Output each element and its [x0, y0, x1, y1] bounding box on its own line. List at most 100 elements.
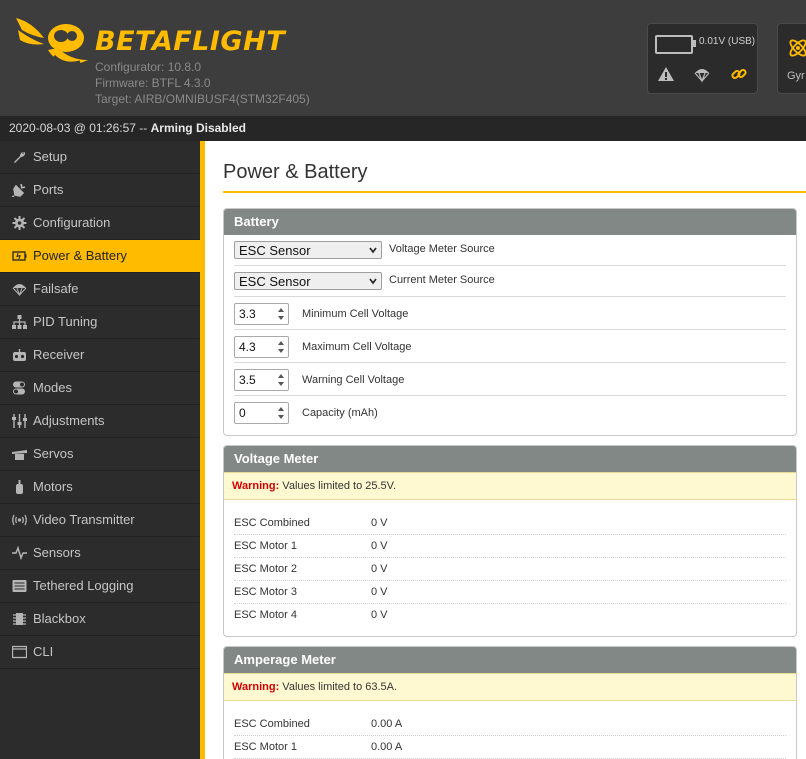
- sidebar-item-receiver[interactable]: Receiver: [0, 339, 200, 372]
- sidebar-item-label: Tethered Logging: [33, 578, 134, 593]
- current-meter-source-select[interactable]: ESC Sensor: [234, 272, 382, 290]
- max-cell-voltage-label: Maximum Cell Voltage: [302, 341, 412, 353]
- gear-icon: [12, 216, 27, 230]
- sidebar-nav: Setup Ports Configuration Power & Batter…: [0, 141, 200, 759]
- min-cell-voltage-input[interactable]: 3.3: [234, 303, 289, 325]
- max-cell-row: 4.3 Maximum Cell Voltage: [234, 330, 786, 363]
- arming-status: Arming Disabled: [150, 121, 246, 135]
- sidebar-item-label: Video Transmitter: [33, 512, 135, 527]
- battery-tip: [693, 40, 696, 47]
- spinner-arrows-icon[interactable]: [277, 307, 285, 321]
- battery-panel-header: Battery: [224, 209, 796, 235]
- voltage-meter-source-value: ESC Sensor: [239, 243, 311, 258]
- receiver-icon: [13, 349, 26, 361]
- current-meter-source-value: ESC Sensor: [239, 274, 311, 289]
- pulse-icon: [12, 546, 27, 560]
- voltage-row: ESC Motor 3 0 V: [234, 581, 786, 604]
- sidebar-item-servos[interactable]: Servos: [0, 438, 200, 471]
- warning-cell-voltage-value: 3.5: [239, 373, 256, 387]
- header-bar: BETAFLIGHT Configurator: 10.8.0 Firmware…: [0, 0, 806, 116]
- meter-label: ESC Motor 1: [234, 741, 297, 753]
- configurator-version: Configurator: 10.8.0: [95, 60, 202, 74]
- amperage-warning-banner: Warning: Values limited to 63.5A.: [224, 673, 796, 701]
- gyro-label: Gyr: [787, 70, 805, 82]
- title-divider: [223, 191, 806, 193]
- status-timestamp: 2020-08-03 @ 01:26:57 --: [9, 121, 151, 135]
- link-icon: [731, 68, 747, 80]
- voltage-meter-source-select[interactable]: ESC Sensor: [234, 241, 382, 259]
- spinner-arrows-icon[interactable]: [277, 373, 285, 387]
- warn-cell-row: 3.5 Warning Cell Voltage: [234, 363, 786, 396]
- warning-text: Values limited to 25.5V.: [279, 480, 397, 492]
- sidebar-item-cli[interactable]: CLI: [0, 636, 200, 669]
- sidebar-item-configuration[interactable]: Configuration: [0, 207, 200, 240]
- meter-value: 0.00 A: [371, 718, 403, 730]
- sidebar-item-adjustments[interactable]: Adjustments: [0, 405, 200, 438]
- sidebar-item-pid-tuning[interactable]: PID Tuning: [0, 306, 200, 339]
- voltage-warning-banner: Warning: Values limited to 25.5V.: [224, 472, 796, 500]
- sidebar-item-sensors[interactable]: Sensors: [0, 537, 200, 570]
- capacity-row: 0 Capacity (mAh): [234, 396, 786, 428]
- battery-panel: Battery ESC Sensor Voltage Meter Source …: [223, 208, 797, 436]
- battery-icon: [12, 251, 27, 261]
- warning-icon: [658, 67, 674, 81]
- sidebar-item-label: CLI: [33, 644, 54, 659]
- current-source-row: ESC Sensor Current Meter Source: [234, 266, 786, 297]
- battery-status-panel: 0.01V (USB): [647, 23, 758, 94]
- chip-icon: [13, 613, 26, 625]
- meter-value: 0 V: [371, 540, 388, 552]
- voltage-row: ESC Combined 0 V: [234, 512, 786, 535]
- sidebar-item-failsafe[interactable]: Failsafe: [0, 273, 200, 306]
- sidebar-item-label: Adjustments: [33, 413, 105, 428]
- meter-value: 0.00 A: [371, 741, 403, 753]
- warning-cell-voltage-input[interactable]: 3.5: [234, 369, 289, 391]
- voltage-row: ESC Motor 1 0 V: [234, 535, 786, 558]
- min-cell-voltage-label: Minimum Cell Voltage: [302, 308, 409, 320]
- logging-icon: [12, 580, 27, 592]
- sidebar-item-label: Servos: [33, 446, 74, 461]
- battery-level-icon: [655, 35, 693, 54]
- meter-value: 0 V: [371, 517, 388, 529]
- max-cell-voltage-input[interactable]: 4.3: [234, 336, 289, 358]
- gyro-icon: [789, 39, 806, 57]
- meter-value: 0 V: [371, 586, 388, 598]
- terminal-icon: [12, 645, 27, 659]
- plug-icon: [12, 183, 26, 197]
- chevron-down-icon: [369, 278, 377, 285]
- sidebar-item-tethered-logging[interactable]: Tethered Logging: [0, 570, 200, 603]
- max-cell-voltage-value: 4.3: [239, 340, 256, 354]
- sidebar-item-power-battery[interactable]: Power & Battery: [0, 240, 200, 273]
- voltage-row: ESC Motor 4 0 V: [234, 604, 786, 626]
- meter-value: 0 V: [371, 563, 388, 575]
- spinner-arrows-icon[interactable]: [277, 406, 285, 420]
- betaflight-bee-logo: [16, 18, 88, 65]
- current-meter-source-label: Current Meter Source: [389, 274, 495, 286]
- capacity-input[interactable]: 0: [234, 402, 289, 424]
- meter-label: ESC Combined: [234, 718, 310, 730]
- sidebar-item-modes[interactable]: Modes: [0, 372, 200, 405]
- amperage-meter-panel-header: Amperage Meter: [224, 647, 796, 673]
- sidebar-item-label: PID Tuning: [33, 314, 98, 329]
- sidebar-item-motors[interactable]: Motors: [0, 471, 200, 504]
- min-cell-voltage-value: 3.3: [239, 307, 256, 321]
- sidebar-item-blackbox[interactable]: Blackbox: [0, 603, 200, 636]
- antenna-icon: [12, 514, 27, 526]
- sensor-gyro-indicator: Gyr: [777, 23, 806, 94]
- meter-label: ESC Motor 1: [234, 540, 297, 552]
- toggle-icon: [13, 381, 25, 395]
- connection-status-bar: 2020-08-03 @ 01:26:57 -- Arming Disabled: [0, 116, 806, 141]
- sidebar-item-setup[interactable]: Setup: [0, 141, 200, 174]
- sidebar-item-label: Sensors: [33, 545, 81, 560]
- meter-value: 0 V: [371, 609, 388, 621]
- meter-label: ESC Combined: [234, 517, 310, 529]
- voltage-row: ESC Motor 2 0 V: [234, 558, 786, 581]
- sidebar-item-ports[interactable]: Ports: [0, 174, 200, 207]
- sidebar-item-label: Ports: [33, 182, 64, 197]
- spinner-arrows-icon[interactable]: [277, 340, 285, 354]
- min-cell-row: 3.3 Minimum Cell Voltage: [234, 297, 786, 330]
- battery-voltage-text: 0.01V (USB): [699, 36, 756, 47]
- parachute-icon: [12, 284, 27, 296]
- sidebar-item-label: Setup: [33, 149, 67, 164]
- sidebar-item-video-transmitter[interactable]: Video Transmitter: [0, 504, 200, 537]
- meter-label: ESC Motor 2: [234, 563, 297, 575]
